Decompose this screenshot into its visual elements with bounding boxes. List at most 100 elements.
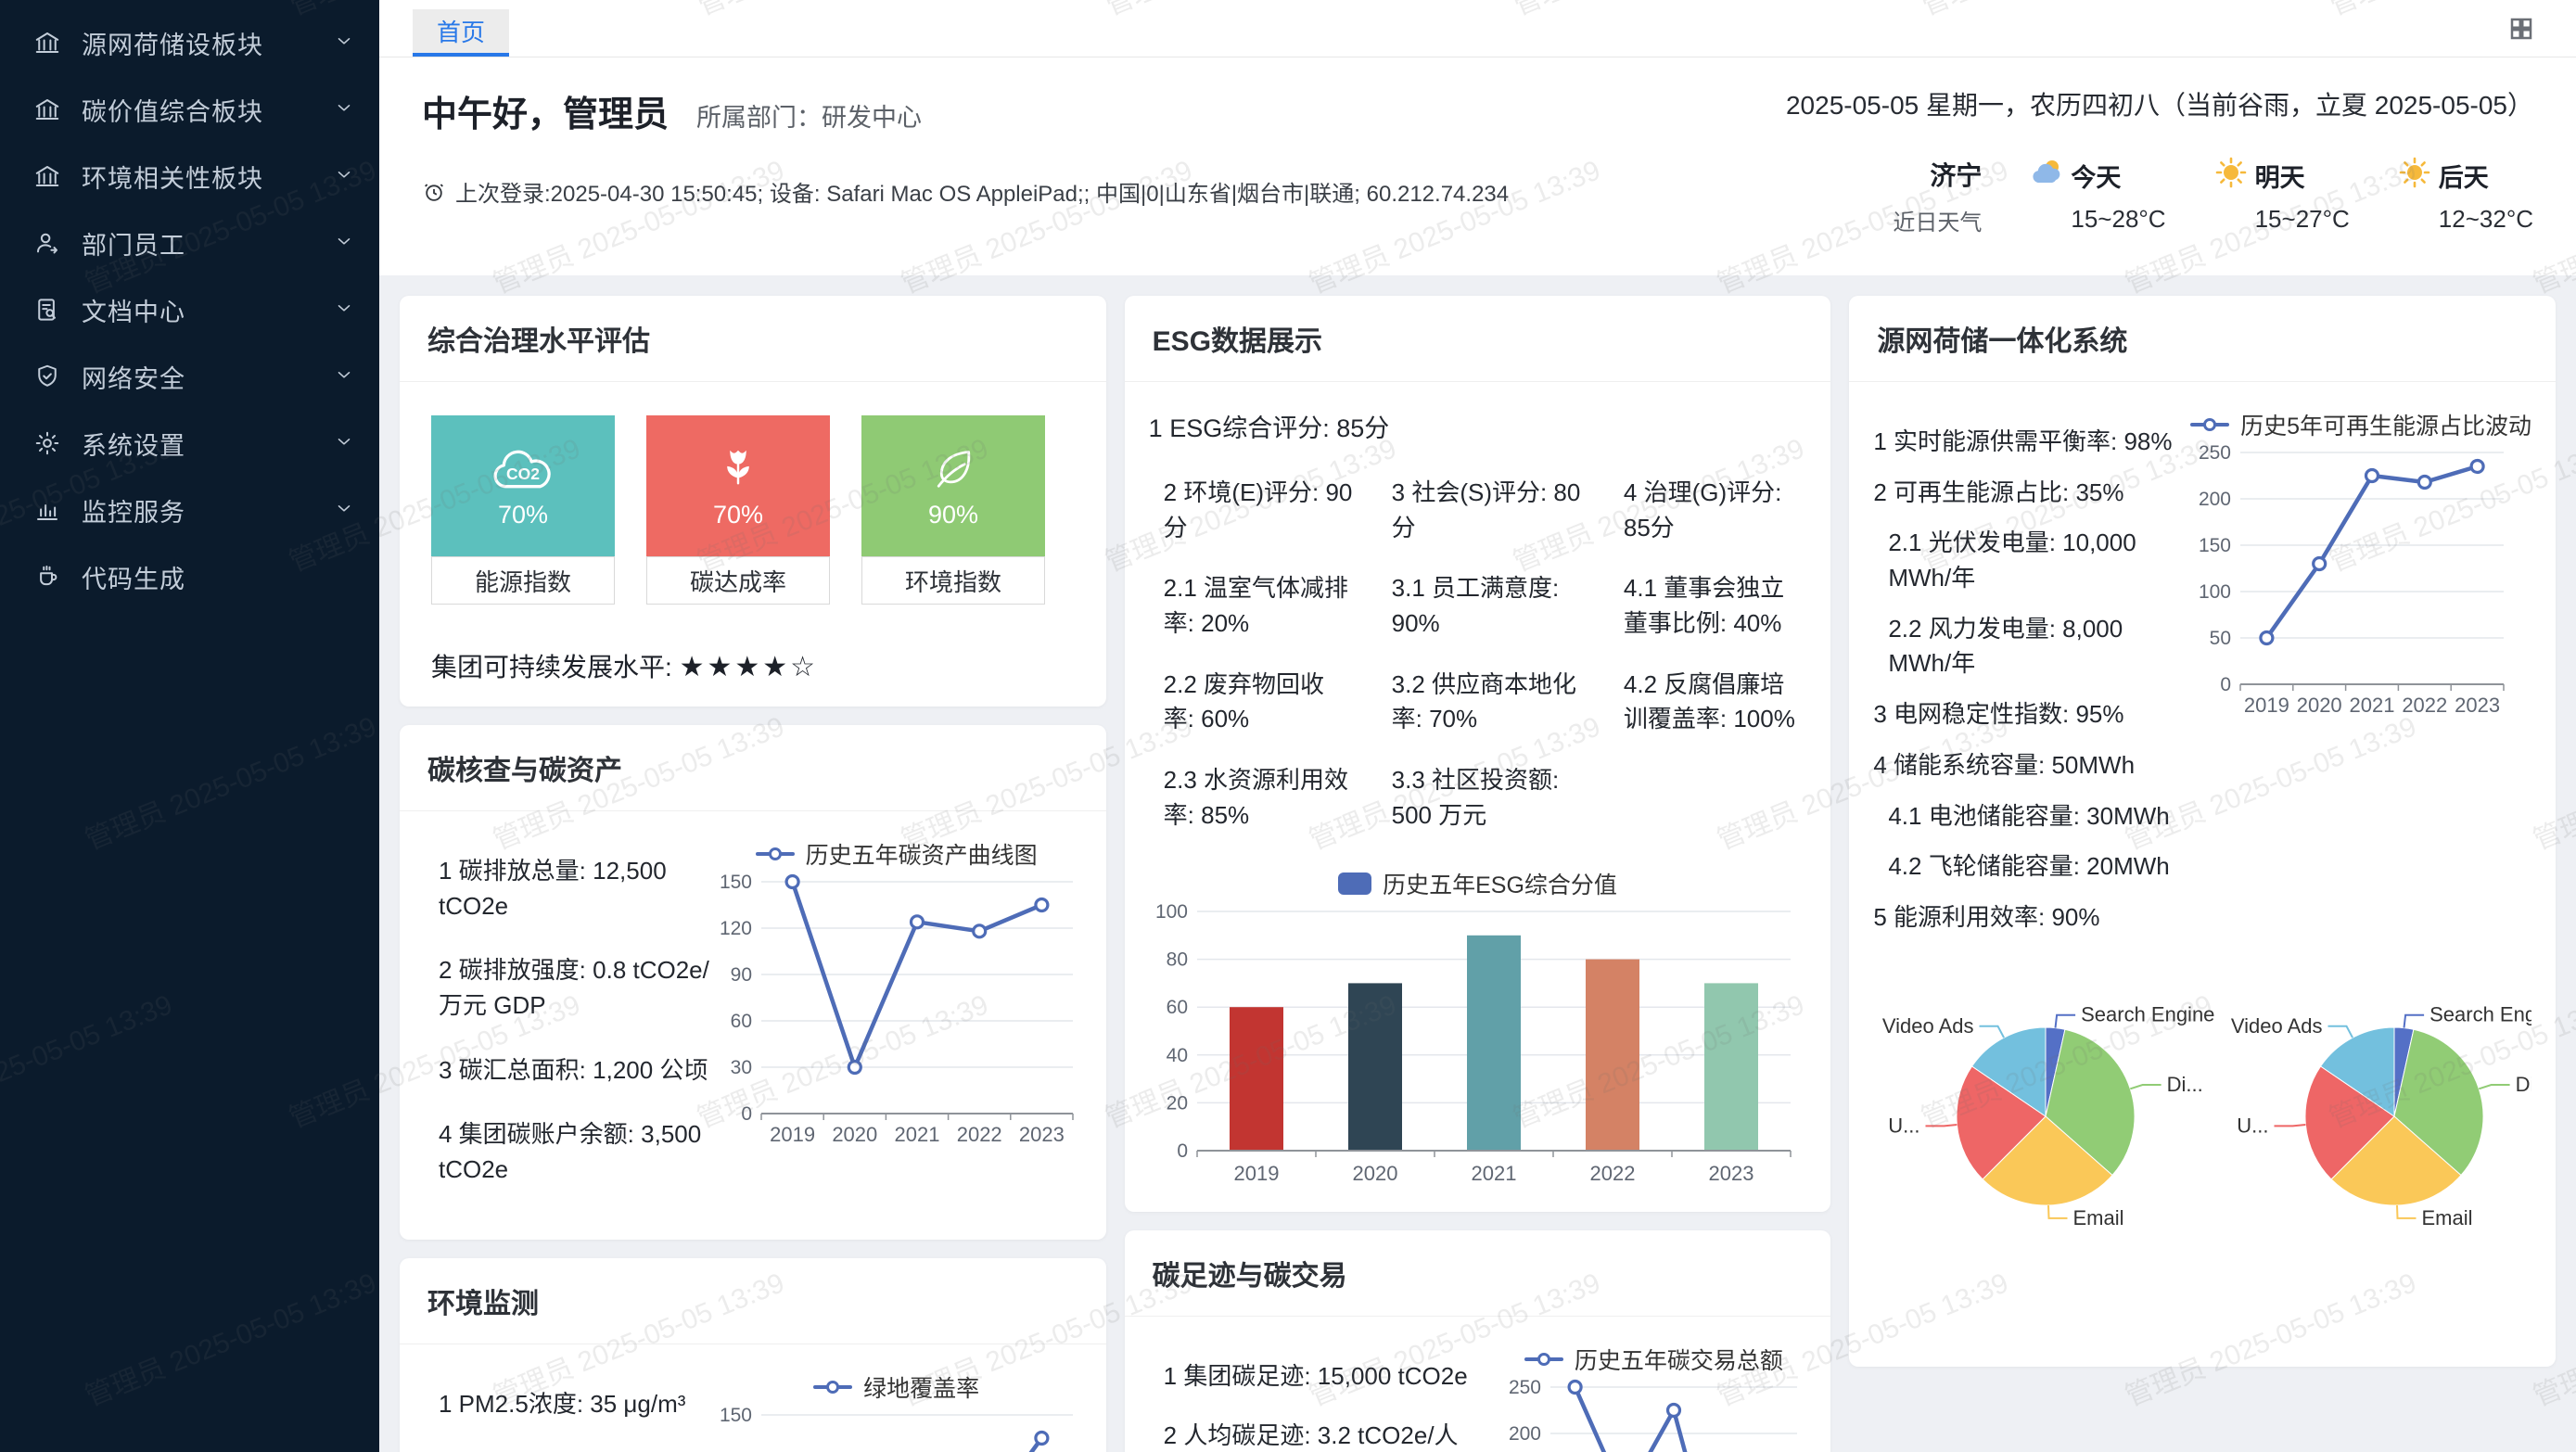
sustainability-rating: 集团可持续发展水平: ★★★★☆ bbox=[424, 647, 1082, 684]
sidebar-menu: 源网荷储设板块碳价值综合板块环境相关性板块部门员工文档中心网络安全系统设置监控服… bbox=[0, 9, 379, 610]
chart-legend[interactable]: 历史5年可再生能源占比波动 bbox=[2190, 408, 2531, 441]
governance-tiles: CO270%能源指数70%碳达成率90%环境指数 bbox=[424, 404, 1082, 605]
svg-text:250: 250 bbox=[2199, 443, 2231, 464]
chevron-down-icon bbox=[333, 363, 355, 390]
sidebar-item[interactable]: 碳价值综合板块 bbox=[0, 76, 379, 143]
leaf-icon bbox=[921, 442, 986, 499]
list-item: 4.1 电池储能容量: 30MWh bbox=[1873, 799, 2190, 834]
document-icon bbox=[33, 296, 61, 324]
sidebar-item[interactable]: 源网荷储设板块 bbox=[0, 9, 379, 76]
card-energy-system: 源网荷储一体化系统 1 实时能源供需平衡率: 98%2 可再生能源占比: 35%… bbox=[1849, 296, 2556, 1367]
weather-day-temp: 15~28°C bbox=[2030, 205, 2165, 234]
list-item: 2 碳排放强度: 0.8 tCO2e/万元 GDP bbox=[424, 953, 711, 1023]
alarm-clock-icon bbox=[422, 180, 446, 204]
cloud-sun-icon bbox=[2030, 156, 2063, 196]
svg-text:U...: U... bbox=[2238, 1114, 2269, 1137]
sidebar-item-label: 监控服务 bbox=[82, 492, 333, 529]
svg-text:120: 120 bbox=[720, 918, 752, 939]
svg-text:2020: 2020 bbox=[832, 1123, 877, 1146]
card-title: 源网荷储一体化系统 bbox=[1849, 296, 2556, 382]
sidebar-item[interactable]: 代码生成 bbox=[0, 543, 379, 610]
main-area: 首页 中午好，管理员 所属部门：研发中心 上次登录:2025-04-30 15:… bbox=[379, 0, 2576, 1452]
energy-list: 1 实时能源供需平衡率: 98%2 可再生能源占比: 35%2.1 光伏发电量:… bbox=[1873, 404, 2190, 951]
list-item: 1 集团碳足迹: 15,000 tCO2e bbox=[1149, 1359, 1501, 1395]
card-title: ESG数据展示 bbox=[1125, 296, 1831, 382]
green-coverage-line-chart: 绿地覆盖率030609012015020192020202120222023 bbox=[711, 1367, 1082, 1452]
list-item: 2 人均碳足迹: 3.2 tCO2e/人 bbox=[1149, 1419, 1501, 1452]
pie-chart-left: Search EngineDi...EmailU...Video Ads bbox=[1873, 968, 2222, 1260]
list-item: 4 治理(G)评分: 85分 bbox=[1609, 476, 1806, 545]
legend-line-marker-icon bbox=[813, 1385, 852, 1389]
tab-home[interactable]: 首页 bbox=[413, 9, 509, 57]
sidebar-item[interactable]: 系统设置 bbox=[0, 410, 379, 477]
svg-text:0: 0 bbox=[741, 1103, 752, 1125]
chevron-down-icon bbox=[333, 230, 355, 257]
chevron-down-icon bbox=[333, 497, 355, 524]
svg-text:Email: Email bbox=[2073, 1205, 2124, 1229]
svg-text:2019: 2019 bbox=[770, 1123, 815, 1146]
user-icon bbox=[33, 229, 61, 257]
chevron-down-icon bbox=[333, 297, 355, 324]
welcome-panel: 中午好，管理员 所属部门：研发中心 上次登录:2025-04-30 15:50:… bbox=[379, 57, 2576, 275]
renewable-line-chart: 历史5年可再生能源占比波动050100150200250201920202021… bbox=[2190, 404, 2531, 951]
svg-text:30: 30 bbox=[730, 1057, 751, 1078]
column-left: 综合治理水平评估 CO270%能源指数70%碳达成率90%环境指数 集团可持续发… bbox=[400, 296, 1106, 1432]
svg-text:60: 60 bbox=[730, 1011, 751, 1032]
chart-legend[interactable]: 历史五年ESG综合分值 bbox=[1149, 867, 1807, 900]
weather-day-temp: 15~27°C bbox=[2214, 205, 2350, 234]
svg-text:Di...: Di... bbox=[2516, 1073, 2531, 1096]
carbon-trade-list: 1 集团碳足迹: 15,000 tCO2e 2 人均碳足迹: 3.2 tCO2e/… bbox=[1149, 1339, 1501, 1452]
svg-text:0: 0 bbox=[2220, 674, 2231, 695]
svg-text:2021: 2021 bbox=[2350, 694, 2395, 717]
tulip-icon bbox=[706, 442, 771, 499]
svg-text:Email: Email bbox=[2422, 1205, 2473, 1229]
svg-text:90: 90 bbox=[730, 964, 751, 986]
channel-pie-charts: Search EngineDi...EmailU...Video Ads Sea… bbox=[1873, 968, 2531, 1260]
tile-percentage: 90% bbox=[928, 501, 978, 529]
weather-days: 今天15~28°C明天15~27°C后天12~32°C bbox=[2030, 156, 2533, 234]
list-item: 4.2 飞轮储能容量: 20MWh bbox=[1873, 849, 2190, 885]
sidebar-item[interactable]: 部门员工 bbox=[0, 210, 379, 276]
chevron-down-icon bbox=[333, 430, 355, 457]
chart-legend[interactable]: 历史五年碳资产曲线图 bbox=[711, 837, 1082, 871]
chart-icon bbox=[33, 496, 61, 524]
svg-text:150: 150 bbox=[720, 1406, 752, 1426]
chevron-down-icon bbox=[333, 30, 355, 57]
chart-legend[interactable]: 绿地覆盖率 bbox=[711, 1370, 1082, 1404]
list-item: 3.2 供应商本地化率: 70% bbox=[1377, 668, 1587, 737]
list-item: 4.2 反腐倡廉培训覆盖率: 100% bbox=[1609, 668, 1806, 737]
sidebar: 源网荷储设板块碳价值综合板块环境相关性板块部门员工文档中心网络安全系统设置监控服… bbox=[0, 0, 379, 1452]
sidebar-item[interactable]: 监控服务 bbox=[0, 477, 379, 543]
sidebar-item-label: 部门员工 bbox=[82, 225, 333, 261]
legend-line-marker-icon bbox=[2190, 423, 2229, 427]
sidebar-item[interactable]: 环境相关性板块 bbox=[0, 143, 379, 210]
svg-text:20: 20 bbox=[1166, 1092, 1187, 1114]
governance-tile: 70%碳达成率 bbox=[646, 415, 830, 605]
governance-tile: 90%环境指数 bbox=[861, 415, 1045, 605]
list-item: 2 环境(E)评分: 90分 bbox=[1149, 476, 1355, 545]
card-environment: 环境监测 1 PM2.5浓度: 35 μg/m³2 空气质量指数(AQI): 5… bbox=[400, 1258, 1106, 1452]
esg-governance-column: 4 治理(G)评分: 85分4.1 董事会独立董事比例: 40%4.2 反腐倡廉… bbox=[1609, 476, 1806, 860]
tab-bar: 首页 bbox=[379, 0, 2576, 57]
sidebar-item-label: 环境相关性板块 bbox=[82, 159, 333, 195]
esg-score-main: 1 ESG综合评分: 85分 bbox=[1149, 408, 1807, 444]
sidebar-item[interactable]: 文档中心 bbox=[0, 276, 379, 343]
svg-text:150: 150 bbox=[720, 872, 752, 893]
chart-legend[interactable]: 历史五年碳交易总额 bbox=[1500, 1343, 1806, 1376]
sidebar-item[interactable]: 网络安全 bbox=[0, 343, 379, 410]
svg-text:2019: 2019 bbox=[1233, 1162, 1279, 1185]
svg-text:2020: 2020 bbox=[2297, 694, 2342, 717]
layout-grid-icon[interactable] bbox=[2507, 15, 2535, 43]
department-text: 所属部门：研发中心 bbox=[696, 97, 922, 134]
weather-day-temp: 12~32°C bbox=[2398, 205, 2533, 234]
list-item: 2.2 风力发电量: 8,000 MWh/年 bbox=[1873, 612, 2190, 681]
list-item: 2.1 光伏发电量: 10,000 MWh/年 bbox=[1873, 526, 2190, 595]
card-esg: ESG数据展示 1 ESG综合评分: 85分 2 环境(E)评分: 90分2.1… bbox=[1125, 296, 1831, 1212]
svg-text:150: 150 bbox=[2199, 535, 2231, 556]
list-item: 3 电网稳定性指数: 95% bbox=[1873, 697, 2190, 732]
svg-text:40: 40 bbox=[1166, 1044, 1187, 1065]
tile-percentage: 70% bbox=[713, 501, 763, 529]
chevron-down-icon bbox=[333, 163, 355, 190]
svg-text:U...: U... bbox=[1889, 1114, 1920, 1137]
legend-line-marker-icon bbox=[756, 852, 795, 856]
